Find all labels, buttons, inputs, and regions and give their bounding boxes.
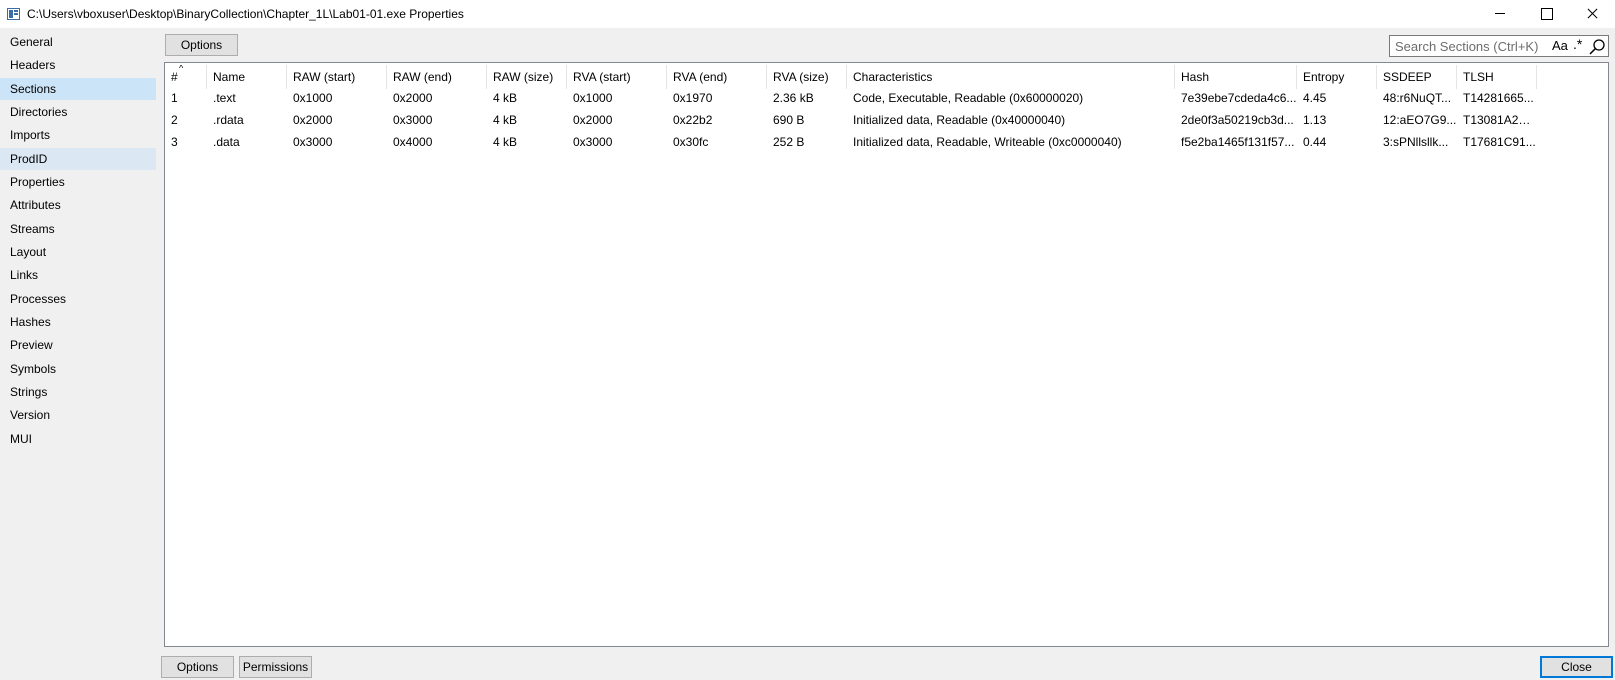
regex-toggle[interactable]: .* [1573, 36, 1582, 52]
sidebar-item-prodid[interactable]: ProdID [0, 148, 156, 170]
cell-entropy: 0.44 [1303, 135, 1327, 149]
cell-ssdeep: 3:sPNllsllk... [1383, 135, 1449, 149]
sidebar-item-general[interactable]: General [0, 31, 156, 53]
cell-ssdeep: 48:r6NuQT... [1383, 91, 1452, 105]
cell-ssdeep: 12:aEO7G9... [1383, 113, 1457, 127]
cell-name: .rdata [213, 113, 244, 127]
sidebar-item-mui[interactable]: MUI [0, 428, 156, 450]
match-case-toggle[interactable]: Aa [1552, 38, 1568, 53]
sidebar-item-processes[interactable]: Processes [0, 288, 156, 310]
footer-options-button[interactable]: Options [161, 656, 234, 678]
cell-rva-size: 690 B [773, 113, 805, 127]
column-header-ssdeep[interactable]: SSDEEP [1377, 65, 1457, 89]
sidebar-item-imports[interactable]: Imports [0, 124, 156, 146]
cell-rva-end: 0x1970 [673, 91, 713, 105]
column-header-rva-end[interactable]: RVA (end) [667, 65, 767, 89]
sidebar-item-sections[interactable]: Sections [0, 78, 156, 100]
cell-hash: f5e2ba1465f131f57... [1181, 135, 1295, 149]
column-header-name[interactable]: Name [207, 65, 287, 89]
cell-number: 2 [171, 113, 178, 127]
column-header-hash[interactable]: Hash [1175, 65, 1297, 89]
cell-raw-end: 0x2000 [393, 91, 433, 105]
close-window-icon[interactable] [1569, 0, 1615, 28]
sort-ascending-icon: ^ [179, 65, 184, 73]
sidebar-item-attributes[interactable]: Attributes [0, 194, 156, 216]
search-placeholder: Search Sections (Ctrl+K) [1395, 39, 1539, 54]
sidebar-item-strings[interactable]: Strings [0, 381, 156, 403]
options-button[interactable]: Options [165, 34, 238, 56]
permissions-button[interactable]: Permissions [239, 656, 312, 678]
sidebar-item-symbols[interactable]: Symbols [0, 358, 156, 380]
cell-entropy: 4.45 [1303, 91, 1327, 105]
cell-tlsh: T13081A2C... [1463, 113, 1537, 127]
column-header-entropy[interactable]: Entropy [1297, 65, 1377, 89]
cell-characteristics: Initialized data, Readable, Writeable (0… [853, 135, 1122, 149]
cell-raw-size: 4 kB [493, 113, 518, 127]
cell-raw-size: 4 kB [493, 91, 518, 105]
cell-entropy: 1.13 [1303, 113, 1327, 127]
sidebar-item-layout[interactable]: Layout [0, 241, 156, 263]
cell-raw-start: 0x1000 [293, 91, 333, 105]
cell-raw-end: 0x4000 [393, 135, 433, 149]
column-header-raw-start[interactable]: RAW (start) [287, 65, 387, 89]
sidebar-item-directories[interactable]: Directories [0, 101, 156, 123]
cell-raw-size: 4 kB [493, 135, 518, 149]
cell-number: 1 [171, 91, 178, 105]
column-header-rva-start[interactable]: RVA (start) [567, 65, 667, 89]
column-header-characteristics[interactable]: Characteristics [847, 65, 1175, 89]
cell-name: .data [213, 135, 240, 149]
search-sections-input[interactable]: Search Sections (Ctrl+K) Aa .* [1389, 35, 1609, 57]
sidebar-item-preview[interactable]: Preview [0, 334, 156, 356]
cell-rva-start: 0x2000 [573, 113, 613, 127]
search-icon[interactable] [1587, 38, 1607, 56]
cell-rva-end: 0x22b2 [673, 113, 713, 127]
cell-hash: 2de0f3a50219cb3d... [1181, 113, 1294, 127]
cell-raw-start: 0x3000 [293, 135, 333, 149]
cell-characteristics: Code, Executable, Readable (0x60000020) [853, 91, 1084, 105]
column-header-tlsh[interactable]: TLSH [1457, 65, 1537, 89]
sidebar-item-hashes[interactable]: Hashes [0, 311, 156, 333]
close-button[interactable]: Close [1540, 656, 1613, 678]
sections-table: ^ # Name RAW (start) RAW (end) RAW (size… [164, 62, 1609, 647]
cell-characteristics: Initialized data, Readable (0x40000040) [853, 113, 1066, 127]
column-header-raw-size[interactable]: RAW (size) [487, 65, 567, 89]
column-header-rva-size[interactable]: RVA (size) [767, 65, 847, 89]
sidebar-item-links[interactable]: Links [0, 264, 156, 286]
sidebar-item-streams[interactable]: Streams [0, 218, 156, 240]
cell-raw-end: 0x3000 [393, 113, 433, 127]
cell-number: 3 [171, 135, 178, 149]
cell-rva-start: 0x3000 [573, 135, 613, 149]
window-title: C:\Users\vboxuser\Desktop\BinaryCollecti… [27, 7, 464, 21]
cell-rva-size: 252 B [773, 135, 805, 149]
sidebar-nav: General Headers Sections Directories Imp… [0, 28, 156, 680]
cell-tlsh: T17681C91... [1463, 135, 1536, 149]
maximize-icon[interactable] [1523, 0, 1569, 28]
cell-rva-start: 0x1000 [573, 91, 613, 105]
sidebar-item-headers[interactable]: Headers [0, 54, 156, 76]
cell-rva-size: 2.36 kB [773, 91, 814, 105]
cell-name: .text [213, 91, 236, 105]
column-header-number[interactable]: ^ # [165, 65, 207, 89]
cell-tlsh: T14281665... [1463, 91, 1534, 105]
sidebar-item-properties[interactable]: Properties [0, 171, 156, 193]
title-bar: C:\Users\vboxuser\Desktop\BinaryCollecti… [0, 0, 1615, 28]
cell-raw-start: 0x2000 [293, 113, 333, 127]
column-header-raw-end[interactable]: RAW (end) [387, 65, 487, 89]
minimize-icon[interactable] [1477, 0, 1523, 28]
cell-hash: 7e39ebe7cdeda4c6... [1181, 91, 1297, 105]
cell-rva-end: 0x30fc [673, 135, 709, 149]
sidebar-item-version[interactable]: Version [0, 404, 156, 426]
properties-window-icon [7, 8, 20, 20]
